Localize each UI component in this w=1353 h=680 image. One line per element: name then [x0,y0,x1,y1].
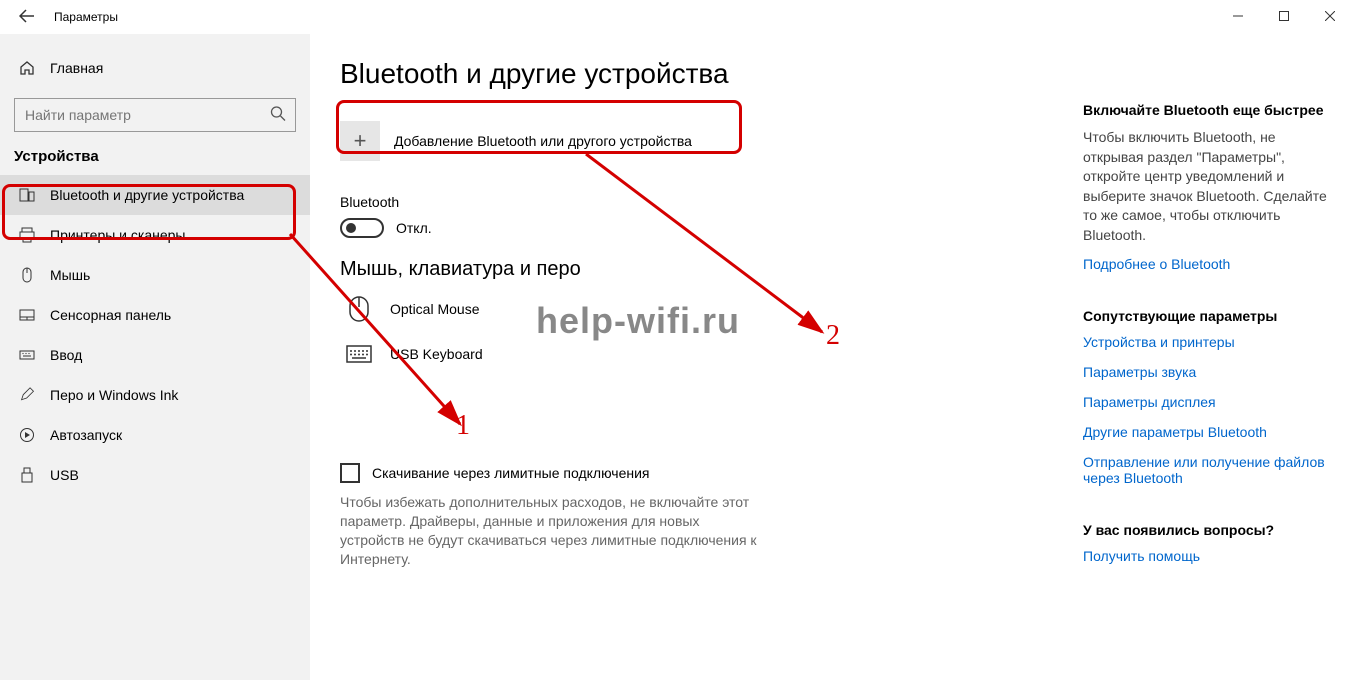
bluetooth-state: Откл. [396,220,432,236]
sidebar-item-touchpad[interactable]: Сенсорная панель [0,295,310,335]
related-header: Сопутствующие параметры [1083,308,1333,324]
keyboard-icon [346,345,372,363]
sidebar-item-label: Сенсорная панель [50,307,171,323]
mouse-icon [18,267,36,283]
sidebar-item-label: Bluetooth и другие устройства [50,187,244,203]
metered-help: Чтобы избежать дополнительных расходов, … [340,493,760,569]
printer-icon [18,227,36,243]
related-link[interactable]: Параметры звука [1083,364,1333,380]
sidebar-item-bluetooth[interactable]: Bluetooth и другие устройства [0,175,310,215]
mouse-icon [346,295,372,323]
sidebar-item-label: Перо и Windows Ink [50,387,178,403]
sidebar: Главная Устройства Bluetooth и другие ус… [0,34,310,680]
search-icon [270,106,286,125]
sidebar-item-label: USB [50,467,79,483]
sidebar-item-mouse[interactable]: Мышь [0,255,310,295]
device-item-keyboard[interactable]: USB Keyboard [340,345,1073,363]
sidebar-item-autoplay[interactable]: Автозапуск [0,415,310,455]
back-button[interactable] [18,9,36,26]
metered-label: Скачивание через лимитные подключения [372,465,649,481]
sidebar-item-label: Мышь [50,267,90,283]
sidebar-category: Устройства [0,148,310,175]
sidebar-item-printers[interactable]: Принтеры и сканеры [0,215,310,255]
question-header: У вас появились вопросы? [1083,522,1333,538]
sidebar-item-label: Автозапуск [50,427,122,443]
device-name: USB Keyboard [390,346,483,362]
metered-checkbox[interactable] [340,463,360,483]
autoplay-icon [18,427,36,443]
bluetooth-toggle[interactable]: Откл. [340,218,1073,238]
page-title: Bluetooth и другие устройства [340,58,1073,90]
tip-header: Включайте Bluetooth еще быстрее [1083,102,1333,118]
right-panel: Включайте Bluetooth еще быстрее Чтобы вк… [1073,34,1353,680]
sidebar-home[interactable]: Главная [0,48,310,88]
tip-body: Чтобы включить Bluetooth, не открывая ра… [1083,128,1333,246]
sidebar-home-label: Главная [50,60,103,76]
main-content: Bluetooth и другие устройства + Добавлен… [310,34,1073,680]
device-item-mouse[interactable]: Optical Mouse [340,295,1073,323]
related-link[interactable]: Отправление или получение файлов через B… [1083,454,1333,486]
add-device-button[interactable]: + Добавление Bluetooth или другого устро… [340,118,740,164]
touchpad-icon [18,307,36,323]
bluetooth-label: Bluetooth [340,194,1073,210]
pen-icon [18,387,36,403]
sidebar-item-label: Ввод [50,347,82,363]
minimize-button[interactable] [1215,0,1261,32]
search-input[interactable] [14,98,296,132]
keyboard-icon [18,347,36,363]
plus-icon: + [340,121,380,161]
devices-icon [18,187,36,203]
add-device-label: Добавление Bluetooth или другого устройс… [394,133,692,149]
sidebar-item-usb[interactable]: USB [0,455,310,495]
mkp-header: Мышь, клавиатура и перо [340,258,1073,281]
maximize-button[interactable] [1261,0,1307,32]
home-icon [18,60,36,76]
related-link[interactable]: Параметры дисплея [1083,394,1333,410]
usb-icon [18,467,36,483]
window-title: Параметры [54,10,118,24]
sidebar-item-pen[interactable]: Перо и Windows Ink [0,375,310,415]
device-name: Optical Mouse [390,301,479,317]
sidebar-item-typing[interactable]: Ввод [0,335,310,375]
close-button[interactable] [1307,0,1353,32]
related-link[interactable]: Устройства и принтеры [1083,334,1333,350]
sidebar-item-label: Принтеры и сканеры [50,227,185,243]
related-link[interactable]: Другие параметры Bluetooth [1083,424,1333,440]
question-link[interactable]: Получить помощь [1083,548,1333,564]
tip-link[interactable]: Подробнее о Bluetooth [1083,256,1333,272]
